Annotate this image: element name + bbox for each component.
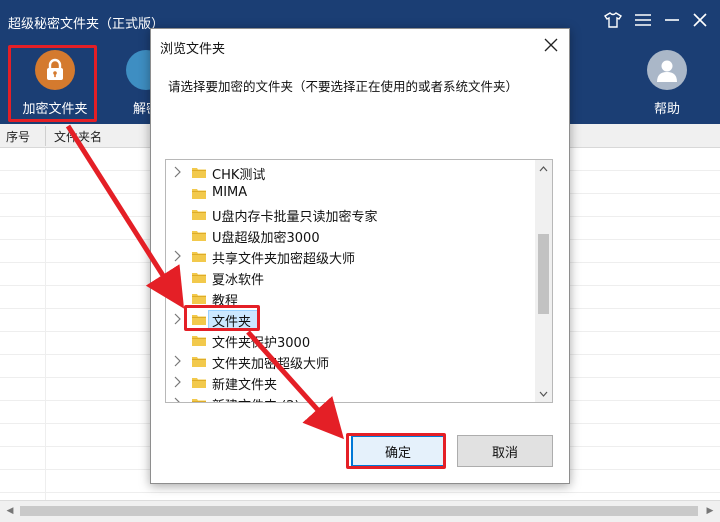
tree-item-label: 文件夹加密超级大师 xyxy=(212,357,330,372)
folder-icon xyxy=(192,209,206,220)
grid-divider xyxy=(45,148,46,500)
scroll-down-icon[interactable] xyxy=(535,385,552,402)
folder-icon xyxy=(192,398,206,402)
chevron-right-icon[interactable] xyxy=(174,166,184,178)
folder-tree[interactable]: CHK测试 MIMA U盘内存卡批量只读加密专家 U盘超级加密3000 共享文件夹加密超… xyxy=(165,159,553,403)
tree-item[interactable]: CHK测试 xyxy=(166,162,536,183)
ok-button-highlight xyxy=(346,433,446,469)
tree-item[interactable]: 文件夹保护3000 xyxy=(166,330,536,351)
tree-item-label: 新建文件夹 xyxy=(212,378,278,393)
user-icon xyxy=(647,50,687,90)
cancel-button[interactable]: 取消 xyxy=(457,435,553,467)
scroll-thumb[interactable] xyxy=(20,506,698,516)
menu-icon[interactable] xyxy=(630,8,656,32)
tree-item-label: 共享文件夹加密超级大师 xyxy=(212,252,356,267)
scroll-up-icon[interactable] xyxy=(535,160,552,177)
chevron-right-icon[interactable] xyxy=(174,250,184,262)
tree-item-label: U盘内存卡批量只读加密专家 xyxy=(212,210,378,225)
column-folder-name[interactable]: 文件夹名 xyxy=(54,128,102,145)
scroll-left-icon[interactable]: ◀ xyxy=(2,503,18,519)
chevron-right-icon[interactable] xyxy=(174,376,184,388)
dialog-prompt: 请选择要加密的文件夹（不要选择正在使用的或者系统文件夹） xyxy=(168,79,519,94)
tree-item[interactable]: 新建文件夹 (2) xyxy=(166,393,536,402)
tree-item-label: MIMA xyxy=(212,185,248,200)
folder-icon xyxy=(192,335,206,346)
minimize-icon[interactable] xyxy=(659,8,685,32)
tree-item-label: CHK测试 xyxy=(212,168,266,183)
app-title: 超级秘密文件夹（正式版） xyxy=(8,17,165,32)
folder-icon xyxy=(192,230,206,241)
scroll-thumb[interactable] xyxy=(538,234,549,314)
tree-item-label: 夏冰软件 xyxy=(212,273,265,288)
tree-item[interactable]: MIMA xyxy=(166,183,536,204)
folder-icon xyxy=(192,356,206,367)
scroll-right-icon[interactable]: ▶ xyxy=(702,503,718,519)
tree-item[interactable]: 文件夹加密超级大师 xyxy=(166,351,536,372)
tree-item[interactable]: 夏冰软件 xyxy=(166,267,536,288)
folder-icon xyxy=(192,188,206,199)
encrypt-button-highlight xyxy=(8,45,97,122)
chevron-right-icon[interactable] xyxy=(174,271,184,283)
column-index[interactable]: 序号 xyxy=(6,128,30,145)
tree-item[interactable]: U盘内存卡批量只读加密专家 xyxy=(166,204,536,225)
horizontal-scrollbar[interactable]: ◀ ▶ xyxy=(0,500,720,522)
vertical-scrollbar[interactable] xyxy=(535,160,552,402)
folder-icon xyxy=(192,377,206,388)
skin-icon[interactable] xyxy=(600,8,626,32)
folder-icon xyxy=(192,272,206,283)
chevron-right-icon[interactable] xyxy=(174,313,184,325)
selected-folder-highlight xyxy=(184,305,260,331)
browse-folder-dialog: 浏览文件夹 请选择要加密的文件夹（不要选择正在使用的或者系统文件夹） CHK测试… xyxy=(150,28,570,484)
tree-item-label: U盘超级加密3000 xyxy=(212,231,320,246)
column-divider xyxy=(45,126,46,146)
folder-icon xyxy=(192,167,206,178)
tree-item-label: 新建文件夹 (2) xyxy=(212,395,300,402)
tree-item-label: 文件夹保护3000 xyxy=(212,336,311,351)
close-icon[interactable] xyxy=(687,8,713,32)
tree-item[interactable]: U盘超级加密3000 xyxy=(166,225,536,246)
help-label: 帮助 xyxy=(653,102,680,117)
help-button[interactable]: 帮助 xyxy=(627,50,707,122)
chevron-right-icon[interactable] xyxy=(174,355,184,367)
chevron-right-icon[interactable] xyxy=(174,397,184,402)
folder-icon xyxy=(192,251,206,262)
tree-item[interactable]: 共享文件夹加密超级大师 xyxy=(166,246,536,267)
dialog-title: 浏览文件夹 xyxy=(160,42,226,57)
tree-item[interactable]: 新建文件夹 xyxy=(166,372,536,393)
folder-icon xyxy=(192,293,206,304)
dialog-close-icon[interactable] xyxy=(541,35,561,55)
